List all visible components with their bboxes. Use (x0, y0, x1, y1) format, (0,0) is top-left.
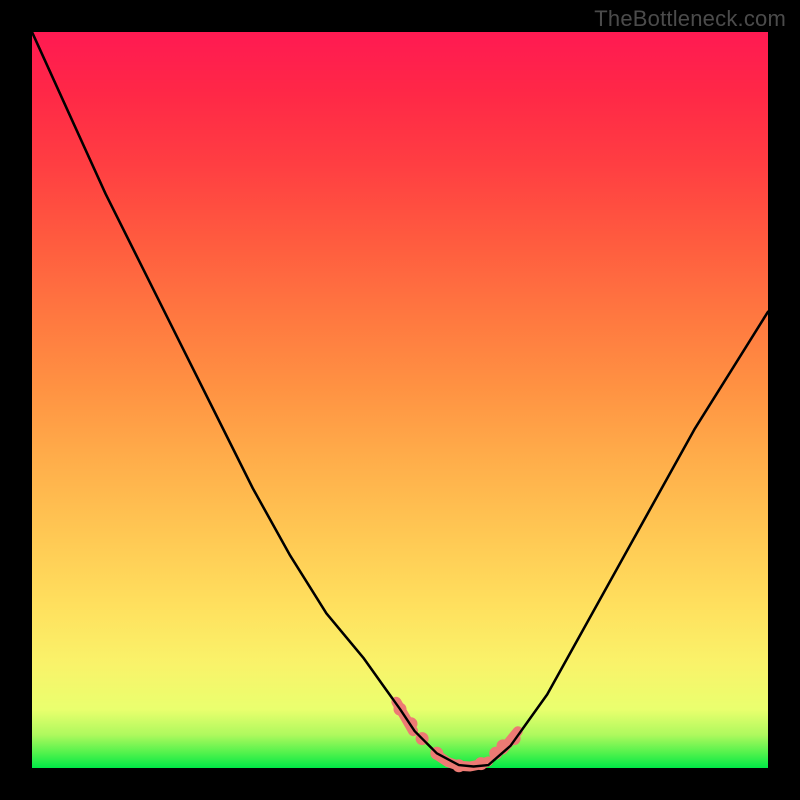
curve-line (32, 32, 768, 767)
watermark-text: TheBottleneck.com (594, 6, 786, 32)
bottleneck-curve (32, 32, 768, 768)
plot-area (32, 32, 768, 768)
accent-markers (394, 702, 520, 772)
chart-frame: TheBottleneck.com (0, 0, 800, 800)
